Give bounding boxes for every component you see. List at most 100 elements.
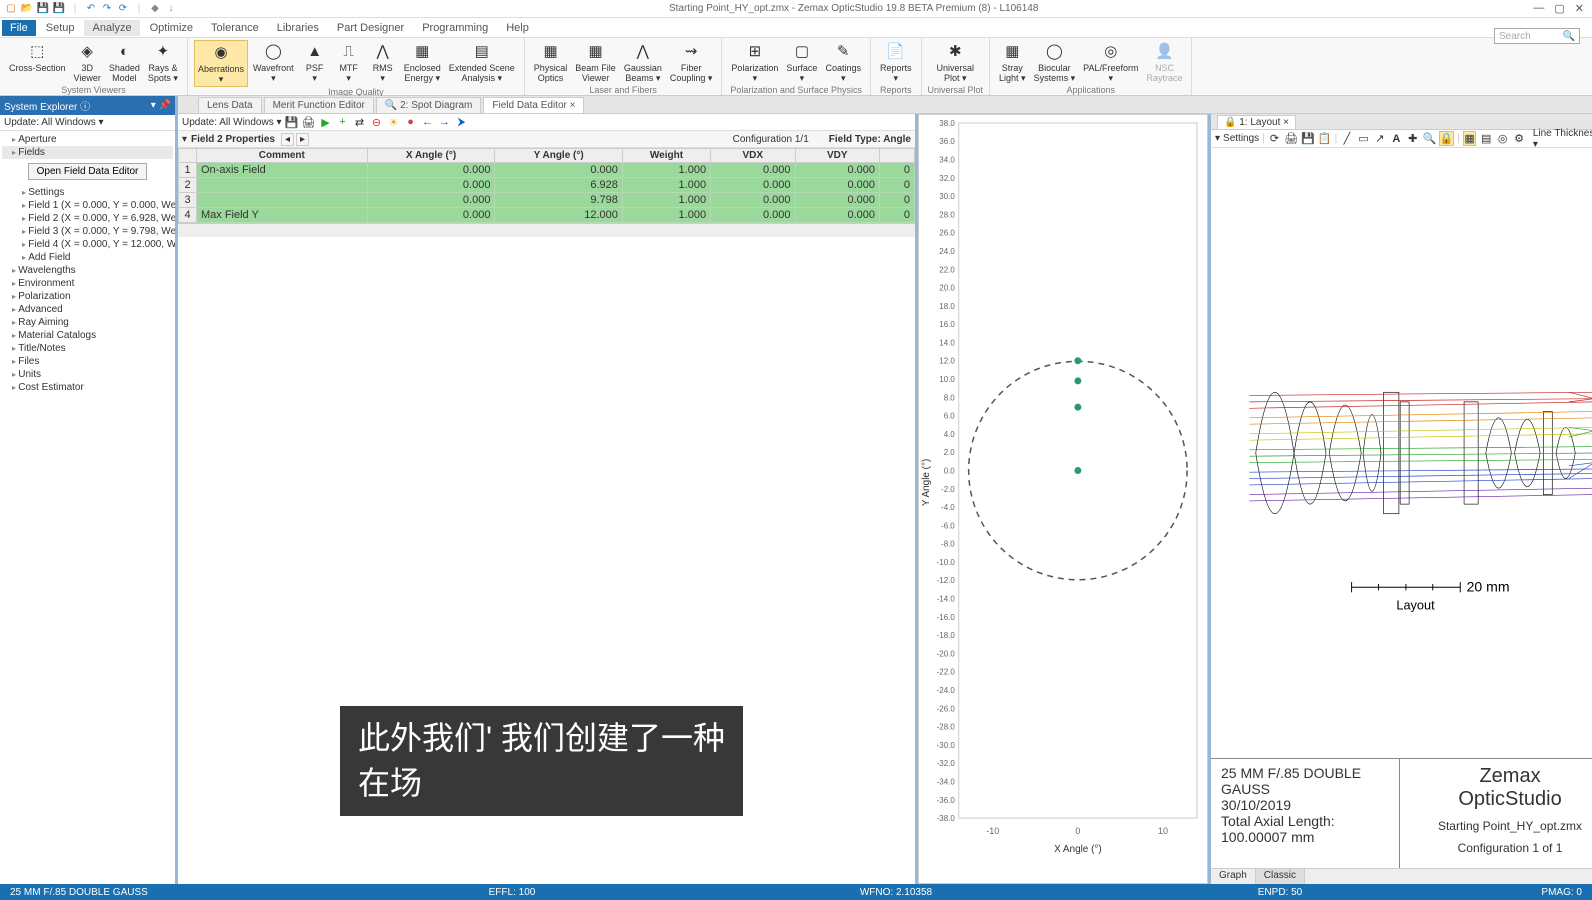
qat-saveas-icon[interactable]: 💾 [52,2,66,16]
fde-cell[interactable]: 2 [179,178,197,193]
close-icon[interactable]: ✕ [1575,2,1584,15]
ribbon-wavefront--button[interactable]: ◯Wavefront▾ [250,40,297,87]
tab-part-designer[interactable]: Part Designer [329,20,412,36]
tab-analyze[interactable]: Analyze [84,20,139,36]
tab-programming[interactable]: Programming [414,20,496,36]
rect-icon[interactable]: ▭ [1357,131,1370,146]
fde-stop-icon[interactable]: ● [404,115,418,129]
fde-header[interactable]: Weight [622,149,710,163]
fde-cell[interactable]: 0.000 [711,163,795,178]
ribbon-enclosed-energy--button[interactable]: ▦EnclosedEnergy ▾ [401,40,444,87]
arrow-icon[interactable]: ↗ [1373,131,1386,146]
field-scatter-chart[interactable]: -38.0-36.0-34.0-32.0-30.0-28.0-26.0-24.0… [919,115,1207,860]
tab-libraries[interactable]: Libraries [269,20,327,36]
fde-header[interactable]: Y Angle (°) [495,149,622,163]
fde-header[interactable]: Comment [197,149,368,163]
fde-cell[interactable]: 1 [179,163,197,178]
fde-cell[interactable]: 0.000 [711,208,795,223]
fde-insert2-icon[interactable]: + [336,115,350,129]
fde-cell[interactable]: 0 [879,193,914,208]
fde-sun-icon[interactable]: ☀ [387,115,401,129]
fde-save-icon[interactable]: 💾 [285,115,299,129]
fde-cell[interactable]: 0.000 [367,193,495,208]
fde-cell[interactable] [197,193,368,208]
props-prev-icon[interactable]: ◂ [281,133,294,146]
tree-item[interactable]: Wavelengths [2,264,173,277]
search-input[interactable]: Search🔍 [1494,28,1580,44]
line-icon[interactable]: ╱ [1340,131,1353,146]
tree-field-item[interactable]: Settings [2,186,173,199]
tree-fields[interactable]: Fields [2,146,173,159]
lock-icon[interactable]: 🔒 [1439,131,1454,146]
grid2-icon[interactable]: ▤ [1479,131,1492,146]
ribbon-aberrations--button[interactable]: ◉Aberrations▾ [194,40,248,87]
fde-cell[interactable]: Max Field Y [197,208,368,223]
open-field-data-editor-button[interactable]: Open Field Data Editor [28,163,148,180]
gear-icon[interactable]: ⚙ [1512,131,1525,146]
ribbon-gaussian-beams--button[interactable]: ⋀GaussianBeams ▾ [621,40,665,85]
fde-update-dropdown[interactable]: Update: All Windows ▾ [182,117,282,128]
doc-tab[interactable]: 🔍 2: Spot Diagram [376,97,482,113]
qat-extra1-icon[interactable]: ◆ [148,2,162,16]
fde-cell[interactable]: 0.000 [795,208,879,223]
save-icon[interactable]: 💾 [1301,131,1315,146]
fde-hscrollbar[interactable] [178,223,915,237]
ribbon-beam-file-viewer-button[interactable]: ▦Beam FileViewer [572,40,619,85]
text-A-icon[interactable]: A [1390,131,1403,146]
tab-optimize[interactable]: Optimize [142,20,201,36]
tree-item[interactable]: Files [2,355,173,368]
ribbon-stray-light--button[interactable]: ▦StrayLight ▾ [996,40,1029,85]
tree-item[interactable]: Environment [2,277,173,290]
fde-cell[interactable]: 1.000 [622,193,710,208]
doc-tab[interactable]: Field Data Editor × [483,97,584,113]
fde-swap-icon[interactable]: ⇄ [353,115,367,129]
qat-save-icon[interactable]: 💾 [36,2,50,16]
fde-right-icon[interactable]: → [438,115,452,129]
tree-field-item[interactable]: Field 1 (X = 0.000, Y = 0.000, Weight = … [2,199,173,212]
qat-new-icon[interactable]: ▢ [4,2,18,16]
ribbon-rms--button[interactable]: ⋀RMS▾ [367,40,399,87]
target-icon[interactable]: ◎ [1496,131,1509,146]
fde-cell[interactable]: 1.000 [622,163,710,178]
tree-field-item[interactable]: Field 4 (X = 0.000, Y = 12.000, Weight =… [2,238,173,251]
fde-cell[interactable]: 0.000 [711,178,795,193]
ribbon-pal-freeform--button[interactable]: ◎PAL/Freeform▾ [1080,40,1141,85]
qat-redo-icon[interactable]: ↷ [100,2,114,16]
fde-cell[interactable]: 0.000 [367,208,495,223]
refresh-icon[interactable]: ⟳ [1268,131,1281,146]
fde-grid[interactable]: CommentX Angle (°)Y Angle (°)WeightVDXVD… [178,148,915,223]
doc-tab[interactable]: Merit Function Editor [264,97,374,113]
fde-cell[interactable]: 12.000 [495,208,622,223]
ribbon-extended-scene-analysis--button[interactable]: ▤Extended SceneAnalysis ▾ [446,40,518,87]
fde-cell[interactable]: 1.000 [622,178,710,193]
ribbon--d-viewer-button[interactable]: ◈3DViewer [71,40,104,85]
tree-aperture[interactable]: Aperture [2,133,173,146]
fde-cell[interactable]: 0.000 [367,163,495,178]
fde-insert-icon[interactable]: ▶ [319,115,333,129]
fde-cell[interactable]: 0 [879,208,914,223]
tree-item[interactable]: Units [2,368,173,381]
file-menu[interactable]: File [2,20,36,36]
qat-extra2-icon[interactable]: ↓ [164,2,178,16]
fde-cell[interactable]: 0 [879,178,914,193]
ribbon-cross-section-button[interactable]: ⬚Cross-Section [6,40,69,85]
fde-delete-icon[interactable]: ⊖ [370,115,384,129]
fde-cell[interactable]: 0.000 [711,193,795,208]
tab-tolerance[interactable]: Tolerance [203,20,267,36]
explorer-pin-icon[interactable]: ▾ 📌 [151,100,171,111]
doc-tab[interactable]: Lens Data [198,97,262,113]
fde-header[interactable] [179,149,197,163]
fde-cell[interactable]: 0.000 [795,193,879,208]
ribbon-fiber-coupling--button[interactable]: ⇝FiberCoupling ▾ [667,40,716,85]
fde-cell[interactable]: 4 [179,208,197,223]
tree-item[interactable]: Material Catalogs [2,329,173,342]
ribbon-shaded-model-button[interactable]: ◐ShadedModel [106,40,143,85]
layout-tab[interactable]: 🔒 1: Layout × [1217,115,1296,129]
ribbon-physical-optics-button[interactable]: ▦PhysicalOptics [531,40,571,85]
qat-refresh-icon[interactable]: ⟳ [116,2,130,16]
tab-help[interactable]: Help [498,20,537,36]
fde-left-icon[interactable]: ← [421,115,435,129]
maximize-icon[interactable]: ▢ [1554,2,1564,15]
fde-cell[interactable]: 0 [879,163,914,178]
fde-go-icon[interactable]: ⮞ [455,115,469,129]
